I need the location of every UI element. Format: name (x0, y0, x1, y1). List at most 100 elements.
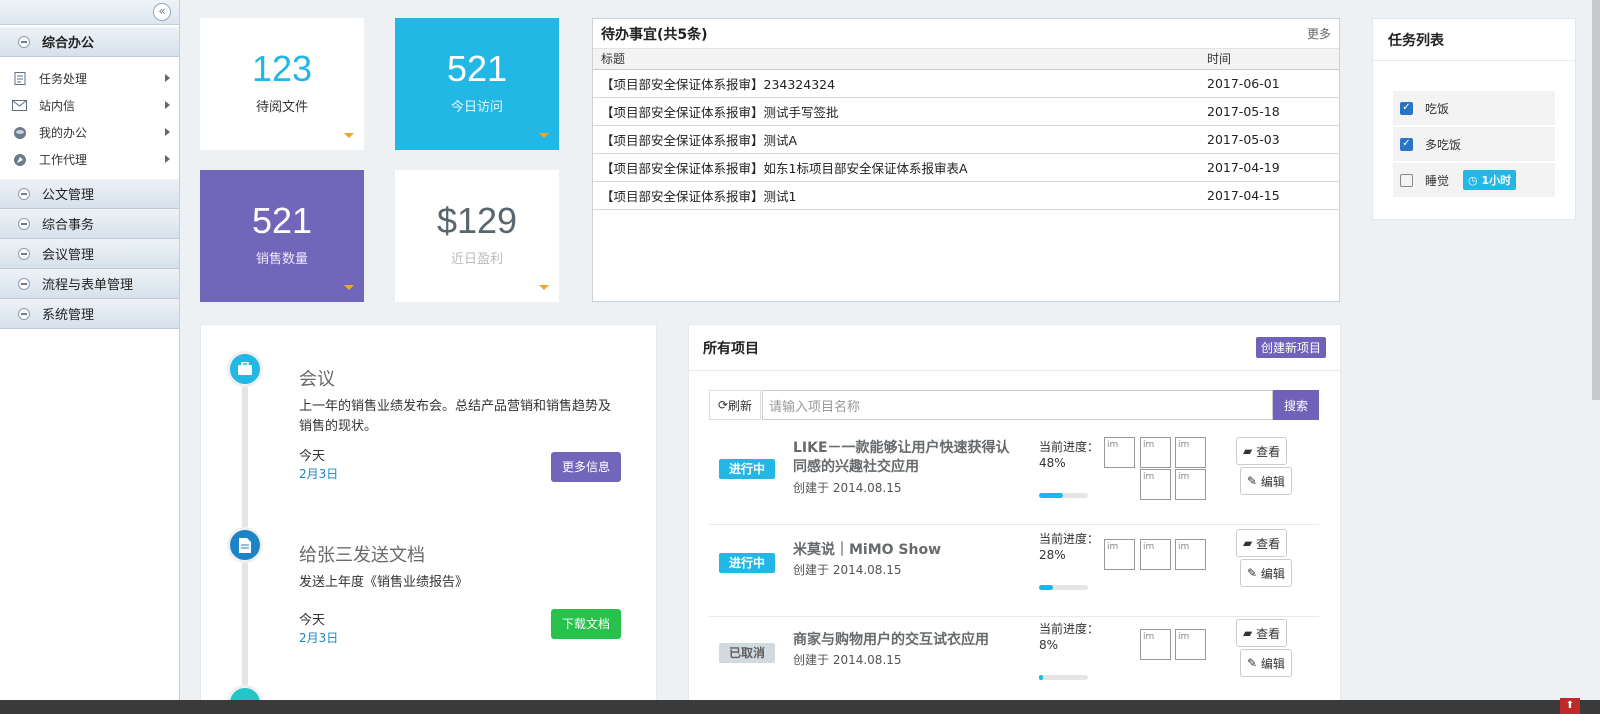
edit-label: 编辑 (1260, 474, 1285, 489)
more-info-button[interactable]: 更多信息 (551, 452, 621, 482)
todo-row-time: 2017-05-03 (1199, 125, 1339, 154)
plus-circle-icon (18, 247, 30, 260)
timeline-day: 今天 (299, 449, 326, 464)
todo-title: 待办事宜(共5条) (601, 26, 708, 43)
edit-button[interactable]: ✎ 编辑 (1240, 559, 1292, 587)
avatar[interactable]: im (1140, 437, 1171, 468)
sidebar-section-system[interactable]: 系统管理 (0, 299, 179, 329)
caret-down-icon (344, 133, 354, 138)
view-button[interactable]: ▰ 查看 (1236, 619, 1288, 647)
table-row[interactable]: 【项目部安全保证体系报审】测试1 2017-04-15 (593, 181, 1339, 210)
avatar[interactable]: im (1104, 539, 1135, 570)
refresh-button[interactable]: ⟳ 刷新 (709, 390, 761, 420)
avatar[interactable]: im (1175, 629, 1206, 660)
todo-more-link[interactable]: 更多 (1307, 25, 1331, 42)
doc-icon (12, 72, 27, 85)
todo-row-title[interactable]: 【项目部安全保证体系报审】测试1 (593, 181, 1199, 210)
view-label: 查看 (1256, 444, 1281, 459)
plus-circle-icon (18, 307, 30, 320)
status-badge: 进行中 (719, 553, 775, 573)
sidebar-section-meeting[interactable]: 会议管理 (0, 239, 179, 269)
project-name[interactable]: LIKE－一款能够让用户快速获得认同感的兴趣社交应用 (793, 439, 1023, 477)
todo-panel: 待办事宜(共5条) 更多 标题 时间 【项目部安全保证体系报审】23432432… (592, 18, 1340, 302)
todo-header: 待办事宜(共5条) 更多 (593, 19, 1339, 49)
checkbox[interactable]: ✓ (1400, 137, 1413, 151)
stat-card-profit[interactable]: $129 近日盈利 (395, 170, 559, 302)
sidebar-section-label: 综合事务 (42, 218, 95, 233)
progress-label: 当前进度： 8% (1039, 621, 1099, 653)
caret-down-icon (539, 133, 549, 138)
sidebar-section-workflow[interactable]: 流程与表单管理 (0, 269, 179, 299)
collapse-sidebar-icon[interactable]: « (153, 3, 171, 21)
sidebar-item-task[interactable]: 任务处理 (0, 65, 179, 92)
view-label: 查看 (1256, 626, 1281, 641)
checkbox[interactable] (1400, 173, 1413, 187)
stat-card-sales[interactable]: 521 销售数量 (200, 170, 364, 302)
sidebar-section-open[interactable]: 综合办公 (0, 27, 179, 57)
projects-title: 所有项目 (703, 340, 759, 357)
edit-button[interactable]: ✎ 编辑 (1240, 649, 1292, 677)
search-button[interactable]: 搜索 (1273, 390, 1319, 420)
pencil-icon: ✎ (1247, 474, 1258, 488)
sidebar-section-label: 公文管理 (42, 188, 95, 203)
task-label: 吃饭 (1425, 101, 1450, 116)
avatar[interactable]: im (1140, 469, 1171, 500)
project-name[interactable]: 米莫说｜MiMO Show (793, 541, 1023, 560)
refresh-icon: ⟳ (717, 398, 729, 412)
sidebar-section-label: 系统管理 (42, 308, 95, 323)
todo-row-title[interactable]: 【项目部安全保证体系报审】234324324 (593, 69, 1199, 98)
briefcase-icon (227, 351, 263, 387)
sidebar-item-agent[interactable]: 工作代理 (0, 146, 179, 173)
sidebar-section-docs[interactable]: 公文管理 (0, 179, 179, 209)
rocket-icon (12, 153, 27, 166)
view-button[interactable]: ▰ 查看 (1236, 529, 1288, 557)
task-list-panel: 任务列表 ✓ 吃饭 ✓ 多吃饭 睡觉 ◷ 1小时 (1372, 18, 1576, 220)
project-search-row: ⟳ 刷新 请输入项目名称 搜索 (709, 390, 1319, 420)
edit-button[interactable]: ✎ 编辑 (1240, 467, 1292, 495)
scrollbar[interactable] (1592, 0, 1600, 400)
sidebar-section-affairs[interactable]: 综合事务 (0, 209, 179, 239)
caret-right-icon (165, 155, 170, 163)
table-row[interactable]: 【项目部安全保证体系报审】测试手写签批 2017-05-18 (593, 97, 1339, 126)
project-search-input[interactable]: 请输入项目名称 (762, 390, 1273, 420)
sidebar-item-mail[interactable]: 站内信 (0, 92, 179, 119)
status-badge: 进行中 (719, 459, 775, 479)
timeline-panel: 会议 上一年的销售业绩发布会。总结产品营销和销售趋势及销售的现状。 今天 2月3… (200, 324, 657, 706)
download-doc-button[interactable]: 下载文档 (551, 609, 621, 639)
avatar[interactable]: im (1175, 539, 1206, 570)
task-item[interactable]: 睡觉 ◷ 1小时 (1393, 163, 1555, 197)
stat-label: 今日访问 (450, 100, 503, 115)
progress-fill (1039, 585, 1053, 590)
progress-label-text: 当前进度： (1039, 440, 1100, 454)
checkbox[interactable]: ✓ (1400, 101, 1413, 115)
todo-row-title[interactable]: 【项目部安全保证体系报审】如东1标项目部安全保证体系报审表A (593, 153, 1199, 182)
create-project-button[interactable]: 创建新项目 (1255, 337, 1326, 358)
avatar[interactable]: im (1175, 469, 1206, 500)
project-created: 创建于 2014.08.15 (793, 563, 902, 577)
stat-label: 销售数量 (255, 252, 308, 267)
table-row[interactable]: 【项目部安全保证体系报审】如东1标项目部安全保证体系报审表A 2017-04-19 (593, 153, 1339, 182)
avatar[interactable]: im (1140, 629, 1171, 660)
table-row[interactable]: 【项目部安全保证体系报审】234324324 2017-06-01 (593, 69, 1339, 98)
task-item[interactable]: ✓ 吃饭 (1393, 91, 1555, 125)
project-name[interactable]: 商家与购物用户的交互试衣应用 (793, 631, 1023, 650)
sidebar-item-office[interactable]: 我的办公 (0, 119, 179, 146)
timeline-body: 上一年的销售业绩发布会。总结产品营销和销售趋势及销售的现状。 (299, 399, 612, 434)
caret-right-icon (165, 101, 170, 109)
folder-icon: ▰ (1243, 626, 1253, 640)
project-created: 创建于 2014.08.15 (793, 481, 902, 495)
table-row[interactable]: 【项目部安全保证体系报审】测试A 2017-05-03 (593, 125, 1339, 154)
avatar[interactable]: im (1104, 437, 1135, 468)
back-to-top-icon[interactable]: ⬆ (1560, 698, 1580, 714)
todo-row-title[interactable]: 【项目部安全保证体系报审】测试A (593, 125, 1199, 154)
avatar[interactable]: im (1140, 539, 1171, 570)
stat-card-pending-docs[interactable]: 123 待阅文件 (200, 18, 364, 150)
minus-circle-icon (18, 35, 30, 48)
avatar[interactable]: im (1175, 437, 1206, 468)
view-button[interactable]: ▰ 查看 (1236, 437, 1288, 465)
projects-panel: 所有项目 创建新项目 ⟳ 刷新 请输入项目名称 搜索 进行中 LIKE－一款能够让用… (688, 324, 1341, 706)
todo-row-title[interactable]: 【项目部安全保证体系报审】测试手写签批 (593, 97, 1199, 126)
stat-card-visits[interactable]: 521 今日访问 (395, 18, 559, 150)
task-item[interactable]: ✓ 多吃饭 (1393, 127, 1555, 161)
badge-text: 1小时 (1481, 174, 1512, 187)
